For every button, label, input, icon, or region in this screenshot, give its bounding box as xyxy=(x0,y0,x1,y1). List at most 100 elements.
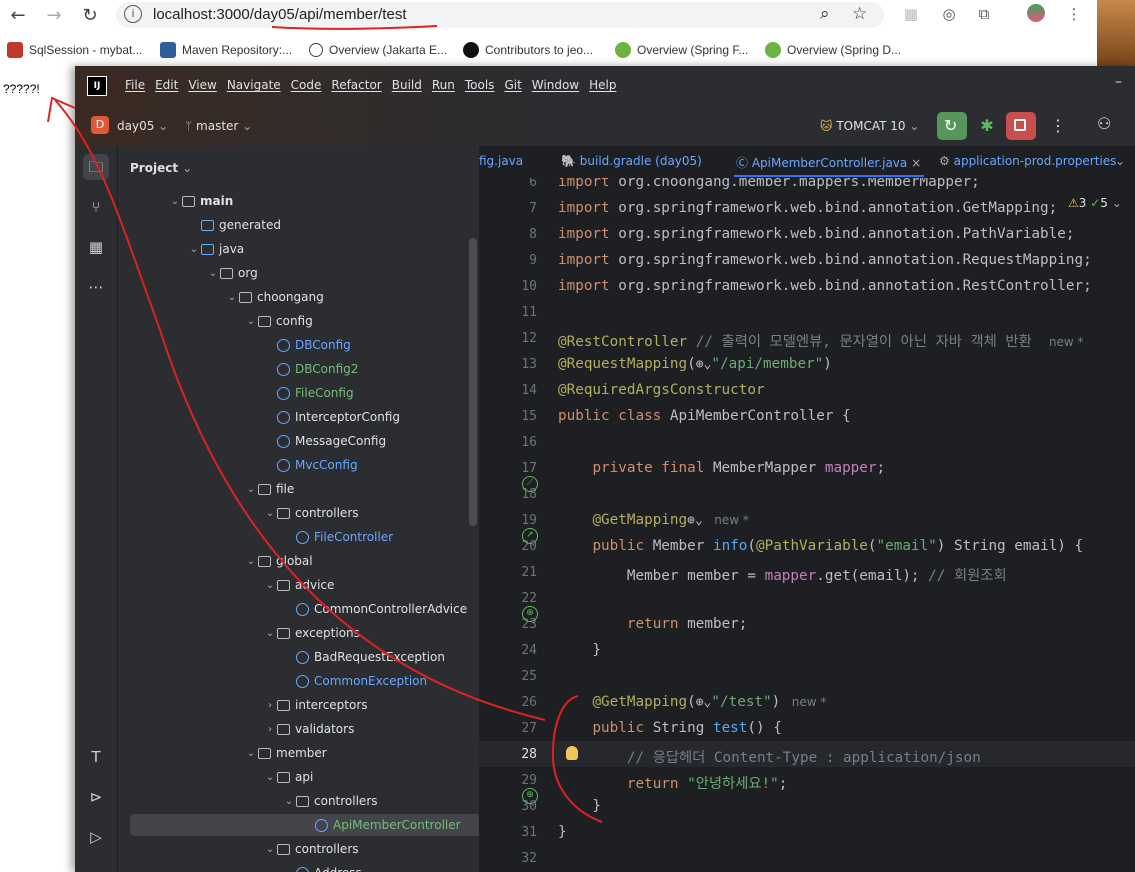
tree-item[interactable]: ⌄ file xyxy=(244,478,294,500)
tree-item[interactable]: ⌄ main xyxy=(168,190,233,212)
profile-avatar-icon[interactable] xyxy=(1026,4,1046,24)
tree-item[interactable]: MessageConfig xyxy=(263,430,386,452)
tree-item[interactable]: Address xyxy=(282,862,362,872)
tree-item[interactable]: ⌄ api xyxy=(263,766,314,788)
code-line[interactable]: public class ApiMemberController { xyxy=(558,408,851,424)
more-tools-icon[interactable]: ⋯ xyxy=(83,274,109,300)
more-actions-icon[interactable]: ⋮ xyxy=(1050,116,1066,135)
debug-icon[interactable]: ✱ xyxy=(975,114,999,138)
menu-item[interactable]: Build xyxy=(392,78,422,92)
tab-api-member-controller[interactable]: Ⓒ ApiMemberController.java × xyxy=(736,154,921,171)
tree-item[interactable]: MvcConfig xyxy=(263,454,358,476)
tree-item[interactable]: ⌄ controllers xyxy=(282,790,378,812)
menu-item[interactable]: Git xyxy=(504,78,521,92)
url-text[interactable]: localhost:3000/day05/api/member/test xyxy=(153,6,406,23)
menu-item[interactable]: Run xyxy=(432,78,455,92)
chevron-right-icon[interactable]: › xyxy=(263,724,277,735)
project-selector[interactable]: day05 ⌄ xyxy=(117,119,168,133)
tree-item[interactable]: ⌄ exceptions xyxy=(263,622,360,644)
project-panel-title[interactable]: Project ⌄ xyxy=(130,161,192,175)
code-line[interactable]: return "안녕하세요!"; xyxy=(558,772,787,793)
tree-item[interactable]: ⌄ choongang xyxy=(225,286,324,308)
tree-item[interactable]: › interceptors xyxy=(263,694,368,716)
run-icon[interactable]: ▷ xyxy=(83,824,109,850)
chevron-down-icon[interactable]: ⌄ xyxy=(263,772,277,783)
inspection-widget[interactable]: ⚠3 ✓5 ⌄ xyxy=(1068,196,1122,210)
tree-item[interactable]: › validators xyxy=(263,718,354,740)
reload-icon[interactable]: ↻ xyxy=(78,4,102,28)
menu-item[interactable]: File xyxy=(125,78,145,92)
chevron-down-icon[interactable]: ⌄ xyxy=(168,196,182,207)
bookmark[interactable]: Contributors to jeo... xyxy=(463,40,593,60)
tree-item[interactable]: BadRequestException xyxy=(282,646,445,668)
code-line[interactable]: @RestController // 출력이 모델엔뷰, 문자열이 아닌 자바 … xyxy=(558,330,1084,351)
address-bar[interactable]: i localhost:3000/day05/api/member/test ⌕… xyxy=(116,2,884,28)
extension-icon[interactable]: ◎ xyxy=(939,4,959,24)
menu-item[interactable]: Code xyxy=(291,78,322,92)
chevron-down-icon[interactable]: ⌄ xyxy=(244,556,258,567)
chevron-down-icon[interactable]: ⌄ xyxy=(263,844,277,855)
project-badge[interactable]: D xyxy=(91,116,109,134)
services-icon[interactable]: ⊳ xyxy=(83,784,109,810)
chevron-down-icon[interactable]: ⌄ xyxy=(263,580,277,591)
tabs-overflow-icon[interactable]: ⌄ xyxy=(1115,154,1125,168)
tree-item[interactable]: DBConfig2 xyxy=(263,358,358,380)
code-line[interactable]: Member member = mapper.get(email); // 회원… xyxy=(558,564,1007,585)
code-line[interactable]: private final MemberMapper mapper; xyxy=(558,460,885,476)
structure-icon[interactable]: ▦ xyxy=(83,234,109,260)
tree-item[interactable]: ⌄ java xyxy=(187,238,244,260)
tree-item[interactable]: ⌄ controllers xyxy=(263,502,359,524)
menu-item[interactable]: Navigate xyxy=(227,78,281,92)
project-folder-icon[interactable]: 🗀 xyxy=(83,154,109,180)
bookmark[interactable]: Overview (Spring D... xyxy=(765,40,901,60)
code-line[interactable]: return member; xyxy=(558,616,748,632)
tree-item[interactable]: ⌄ config xyxy=(244,310,313,332)
zoom-icon[interactable]: ⌕ xyxy=(820,4,830,24)
tab-config-java[interactable]: fig.java xyxy=(479,154,523,168)
code-line[interactable]: @GetMapping(⊕⌄"/test") new * xyxy=(558,694,826,710)
code-editor[interactable]: 6 import org.choongang.member.mappers.Mem… xyxy=(479,178,1135,872)
forward-icon[interactable]: → xyxy=(42,4,66,28)
menu-item[interactable]: Refactor xyxy=(331,78,381,92)
chevron-down-icon[interactable]: ⌄ xyxy=(244,484,258,495)
build-hammer-icon[interactable]: T xyxy=(83,744,109,770)
code-line[interactable]: import org.choongang.member.mappers.Memb… xyxy=(558,178,980,190)
stop-button[interactable] xyxy=(1006,112,1036,140)
chevron-down-icon[interactable]: ⌄ xyxy=(225,292,239,303)
menu-item[interactable]: Window xyxy=(532,78,579,92)
tree-scrollbar[interactable] xyxy=(469,238,477,526)
tree-item[interactable]: ⌄ org xyxy=(206,262,258,284)
back-icon[interactable]: ← xyxy=(6,4,30,28)
bookmark-star-icon[interactable]: ☆ xyxy=(852,4,867,24)
rerun-button[interactable]: ↻ xyxy=(937,112,967,140)
tree-item[interactable]: generated xyxy=(187,214,281,236)
menu-item[interactable]: Help xyxy=(589,78,616,92)
code-line[interactable]: import org.springframework.web.bind.anno… xyxy=(558,278,1092,294)
code-line[interactable]: import org.springframework.web.bind.anno… xyxy=(558,226,1074,242)
chevron-down-icon[interactable]: ⌄ xyxy=(206,268,220,279)
minimize-icon[interactable]: – xyxy=(1115,74,1122,90)
code-line[interactable]: public String test() { xyxy=(558,720,781,736)
code-line[interactable]: @RequestMapping(⊕⌄"/api/member") xyxy=(558,356,832,372)
intellij-logo-icon[interactable]: IJ xyxy=(87,76,107,96)
bookmark[interactable]: Overview (Spring F... xyxy=(615,40,748,60)
branch-selector[interactable]: ᛘ master ⌄ xyxy=(185,119,252,133)
code-line[interactable]: @RequiredArgsConstructor xyxy=(558,382,765,398)
bookmark[interactable]: Overview (Jakarta E... xyxy=(309,40,447,60)
tree-item[interactable]: FileConfig xyxy=(263,382,354,404)
endpoint-gutter-icon[interactable]: ⊕ xyxy=(522,788,538,804)
menu-item[interactable]: View xyxy=(188,78,216,92)
extension-icon[interactable]: ▦ xyxy=(901,4,921,24)
bean-gutter-icon[interactable]: ⟋ xyxy=(522,476,538,492)
close-tab-icon[interactable]: × xyxy=(911,156,921,170)
run-config-selector[interactable]: 🐱 TOMCAT 10 ⌄ xyxy=(820,119,919,133)
tree-item[interactable]: CommonException xyxy=(282,670,427,692)
chevron-right-icon[interactable]: › xyxy=(263,700,277,711)
site-info-icon[interactable]: i xyxy=(124,5,142,23)
code-line[interactable]: } xyxy=(558,824,567,840)
tree-item[interactable]: ⌄ member xyxy=(244,742,327,764)
code-line[interactable]: import org.springframework.web.bind.anno… xyxy=(558,252,1092,268)
code-line[interactable]: import org.springframework.web.bind.anno… xyxy=(558,200,1057,216)
lightbulb-icon[interactable] xyxy=(566,746,578,760)
endpoint-gutter-icon[interactable]: ⊕ xyxy=(522,606,538,622)
